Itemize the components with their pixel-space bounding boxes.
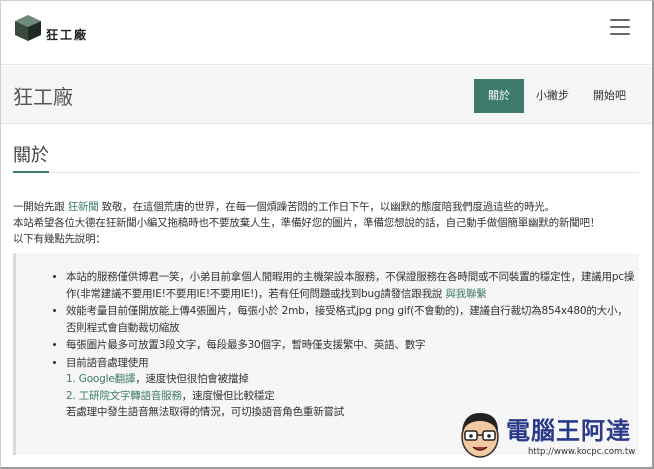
sub-item-itri: 2. 工研院文字轉語音服務，速度慢但比較穩定 xyxy=(66,389,275,402)
contact-link[interactable]: 與我聯繫 xyxy=(445,288,486,300)
main-nav: 關於 小撇步 開始吧 xyxy=(474,79,638,113)
mascot-face-icon xyxy=(461,413,499,458)
title-divider xyxy=(13,172,639,173)
itri-tts-link[interactable]: 工研院文字轉語音服務 xyxy=(79,390,182,402)
list-item: 效能考量目前僅開放能上傳4張圖片，每張小於 2mb，接受格式jpg png gi… xyxy=(66,303,636,336)
google-translate-link[interactable]: Google翻譯 xyxy=(79,373,136,385)
header-band: 狂工廠 關於 小撇步 開始吧 xyxy=(1,66,652,124)
intro-paragraph: 一開始先跟 狂新聞 致敬，在這個荒唐的世界，在每一個煩躁苦悶的工作日下午，以幽默… xyxy=(13,199,639,247)
list-item: 本站的服務僅供博君一笑，小弟目前拿個人閒暇用的主機架設本服務，不保證服務在各時間… xyxy=(66,269,636,302)
watermark: 電腦王阿達 http://www.kocpc.com.tw xyxy=(456,407,648,463)
top-bar: 狂工廠 xyxy=(1,1,652,65)
browser-viewport: 狂工廠 狂工廠 關於 小撇步 開始吧 關於 一開始先跟 狂新聞 致敬，在這個荒唐… xyxy=(0,0,654,469)
nav-item-start[interactable]: 開始吧 xyxy=(581,79,638,113)
sub-item-google: 1. Google翻譯，速度快但很怕會被擋掉 xyxy=(66,373,249,385)
site-title[interactable]: 狂工廠 xyxy=(13,81,73,110)
site-logo[interactable]: 狂工廠 xyxy=(13,13,88,43)
menu-icon[interactable] xyxy=(610,19,630,35)
nav-item-tips[interactable]: 小撇步 xyxy=(524,79,581,113)
nav-item-about[interactable]: 關於 xyxy=(474,79,524,113)
section-title: 關於 xyxy=(13,141,49,173)
intro-line-1: 一開始先跟 狂新聞 致敬，在這個荒唐的世界，在每一個煩躁苦悶的工作日下午，以幽默… xyxy=(13,201,555,213)
intro-line-3: 以下有幾點先說明： xyxy=(13,233,106,245)
watermark-url: http://www.kocpc.com.tw xyxy=(528,447,636,457)
logo-text: 狂工廠 xyxy=(46,27,89,42)
main-content: 關於 一開始先跟 狂新聞 致敬，在這個荒唐的世界，在每一個煩躁苦悶的工作日下午，… xyxy=(13,141,639,455)
intro-line-2: 本站希望各位大德在狂新聞小編又拖稿時也不要放棄人生，準備好您的圖片，準備您想說的… xyxy=(13,217,601,229)
crazy-news-link[interactable]: 狂新聞 xyxy=(68,201,99,213)
watermark-title: 電腦王阿達 xyxy=(506,417,631,445)
notes-list: 本站的服務僅供博君一笑，小弟目前拿個人閒暇用的主機架設本服務，不保證服務在各時間… xyxy=(66,269,636,422)
cube-logo-icon xyxy=(15,15,41,41)
list-item: 每張圖片最多可放置3段文字，每段最多30個字，暫時僅支援繁中、英語、數字 xyxy=(66,337,636,354)
